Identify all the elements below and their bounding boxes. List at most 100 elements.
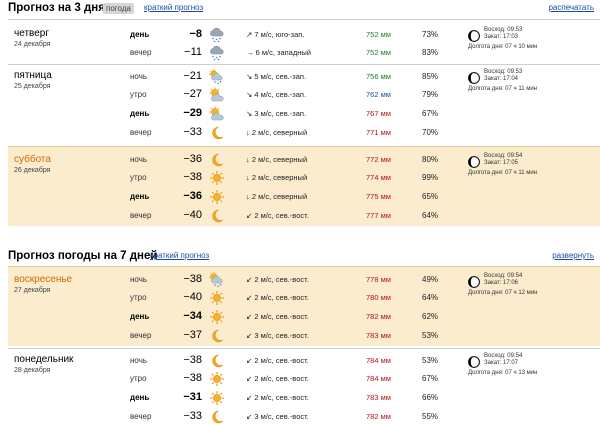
humidity: 49% [422, 275, 439, 284]
temperature: −29 [183, 107, 202, 119]
forecast-row: вечер −33 ↓ 2 м/с, северный 771 мм 70% [8, 124, 600, 142]
temperature: −37 [183, 329, 202, 341]
wind-info: ↓ 2 м/с, северный [246, 192, 307, 201]
print-link[interactable]: распечатать [548, 3, 594, 12]
divider [8, 348, 600, 349]
wind-info: ↓ 2 м/с, северный [246, 128, 307, 137]
moon-phase-icon [468, 275, 480, 288]
wind-info: ↘ 5 м/с, сев.-зап. [246, 72, 306, 81]
weather-chip[interactable]: погода [103, 3, 134, 14]
moon-icon [208, 152, 226, 168]
wind-info: ↙ 2 м/с, сев.-вост. [246, 356, 309, 365]
day-length: Долгота дня: 07 ч 10 мин [468, 44, 538, 50]
day-block-2: суббота 26 декабря ночь −36 ↓ 2 м/с, северны… [8, 146, 600, 226]
pressure: 784 мм [366, 356, 391, 365]
wind-text: 2 м/с, сев.-вост. [254, 293, 309, 302]
pressure: 767 мм [366, 109, 391, 118]
wind-info: ↙ 2 м/с, сев.-вост. [246, 275, 309, 284]
wind-info: ↙ 2 м/с, сев.-вост. [246, 211, 309, 220]
wind-text: 3 м/с, сев.-вост. [254, 331, 309, 340]
time-of-day: ночь [130, 275, 148, 284]
wind-text: 2 м/с, сев.-вост. [254, 356, 309, 365]
forecast-7-header: Прогноз погоды на 7 дней краткий прогноз… [0, 248, 600, 266]
time-of-day: день [130, 393, 150, 402]
wind-text: 2 м/с, сев.-вост. [254, 374, 309, 383]
forecast-row: вечер −40 ↙ 2 м/с, сев.-вост. 777 мм 64% [8, 207, 600, 225]
pressure: 771 мм [366, 128, 391, 137]
sunset: Закат: 17:03 [484, 34, 519, 40]
wind-info: ↓ 2 м/с, северный [246, 155, 307, 164]
forecast-3-header: Прогноз на 3 дня погода краткий прогноз … [0, 0, 600, 18]
humidity: 67% [422, 109, 439, 118]
day-length: Долгота дня: 07 ч 11 мин [468, 170, 537, 176]
pressure: 752 мм [366, 30, 391, 39]
pressure: 784 мм [366, 374, 391, 383]
wind-text: 2 м/с, северный [251, 128, 308, 137]
humidity: 64% [422, 211, 439, 220]
pressure: 782 мм [366, 412, 391, 421]
temperature: −36 [183, 153, 202, 165]
time-of-day: утро [130, 90, 147, 99]
wind-info: ↗ 7 м/с, юго-зап. [246, 30, 304, 39]
wind-text: 4 м/с, сев.-зап. [254, 90, 307, 99]
wind-arrow-icon: → [246, 48, 254, 57]
sun-info: Восход: 09:53 Закат: 17:04 Долгота дня: 07… [468, 69, 598, 109]
wind-text: 2 м/с, северный [251, 192, 308, 201]
pressure: 782 мм [366, 312, 391, 321]
wind-info: → 6 м/с, западный [246, 48, 311, 57]
wind-text: 2 м/с, сев.-вост. [254, 393, 309, 402]
sun-icon [208, 170, 226, 186]
humidity: 79% [422, 90, 439, 99]
humidity: 99% [422, 173, 439, 182]
time-of-day: ночь [130, 356, 148, 365]
divider [8, 64, 600, 65]
sun-icon [208, 390, 226, 406]
pressure: 756 мм [366, 72, 391, 81]
forecast-row: вечер −33 ↙ 3 м/с, сев.-вост. 782 мм 55% [8, 408, 600, 424]
temperature: −34 [183, 310, 202, 322]
time-of-day: вечер [130, 48, 152, 57]
wind-info: ↙ 3 м/с, сев.-вост. [246, 331, 309, 340]
day-block-3: воскресенье 27 декабря ночь −38 ↙ 2 м/с, сев… [8, 266, 600, 346]
sun-info: Восход: 09:53 Закат: 17:03 Долгота дня: 07… [468, 27, 598, 67]
temperature: −38 [183, 372, 202, 384]
wind-text: 2 м/с, сев.-вост. [254, 312, 309, 321]
wind-info: ↙ 2 м/с, сев.-вост. [246, 312, 309, 321]
humidity: 64% [422, 293, 439, 302]
temperature: −33 [183, 410, 202, 422]
humidity: 62% [422, 312, 439, 321]
temperature: −27 [183, 88, 202, 100]
wind-text: 2 м/с, сев.-вост. [254, 211, 309, 220]
humidity: 80% [422, 155, 439, 164]
short-forecast-link[interactable]: краткий прогноз [150, 251, 209, 260]
wind-text: 2 м/с, северный [251, 155, 308, 164]
temperature: −31 [183, 391, 202, 403]
time-of-day: вечер [130, 211, 152, 220]
time-of-day: утро [130, 374, 147, 383]
pressure: 780 мм [366, 293, 391, 302]
sunrise: Восход: 09:54 [484, 353, 523, 359]
day-length: Долгота дня: 07 ч 11 мин [468, 86, 537, 92]
wind-text: 2 м/с, сев.-вост. [254, 275, 309, 284]
sunset: Закат: 17:07 [484, 360, 519, 366]
sun-cloud-snow-icon [208, 272, 226, 288]
temperature: −21 [183, 70, 202, 82]
pressure: 774 мм [366, 173, 391, 182]
wind-text: 3 м/с, сев.-зап. [254, 109, 307, 118]
expand-link[interactable]: развернуть [552, 251, 594, 260]
pressure: 777 мм [366, 211, 391, 220]
wind-info: ↙ 2 м/с, сев.-вост. [246, 374, 309, 383]
humidity: 85% [422, 72, 439, 81]
moon-icon [208, 208, 226, 224]
pressure: 752 мм [366, 48, 391, 57]
sun-icon [208, 371, 226, 387]
pressure: 775 мм [366, 192, 391, 201]
time-of-day: вечер [130, 412, 152, 421]
sun-icon [208, 189, 226, 205]
sunset: Закат: 17:06 [484, 280, 519, 286]
moon-icon [208, 409, 226, 424]
forecast-3-title: Прогноз на 3 дня [8, 2, 105, 14]
humidity: 66% [422, 393, 439, 402]
short-forecast-link[interactable]: краткий прогноз [144, 3, 203, 12]
day-block-4: понедельник 28 декабря ночь −38 ↙ 2 м/с, сев… [8, 352, 600, 424]
